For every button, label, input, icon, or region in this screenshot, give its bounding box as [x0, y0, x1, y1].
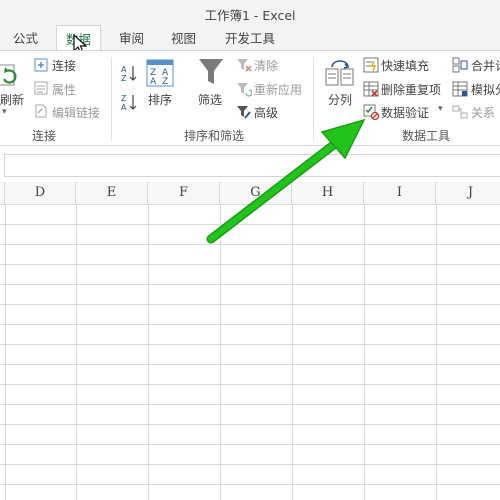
annotation-arrow [206, 118, 366, 244]
